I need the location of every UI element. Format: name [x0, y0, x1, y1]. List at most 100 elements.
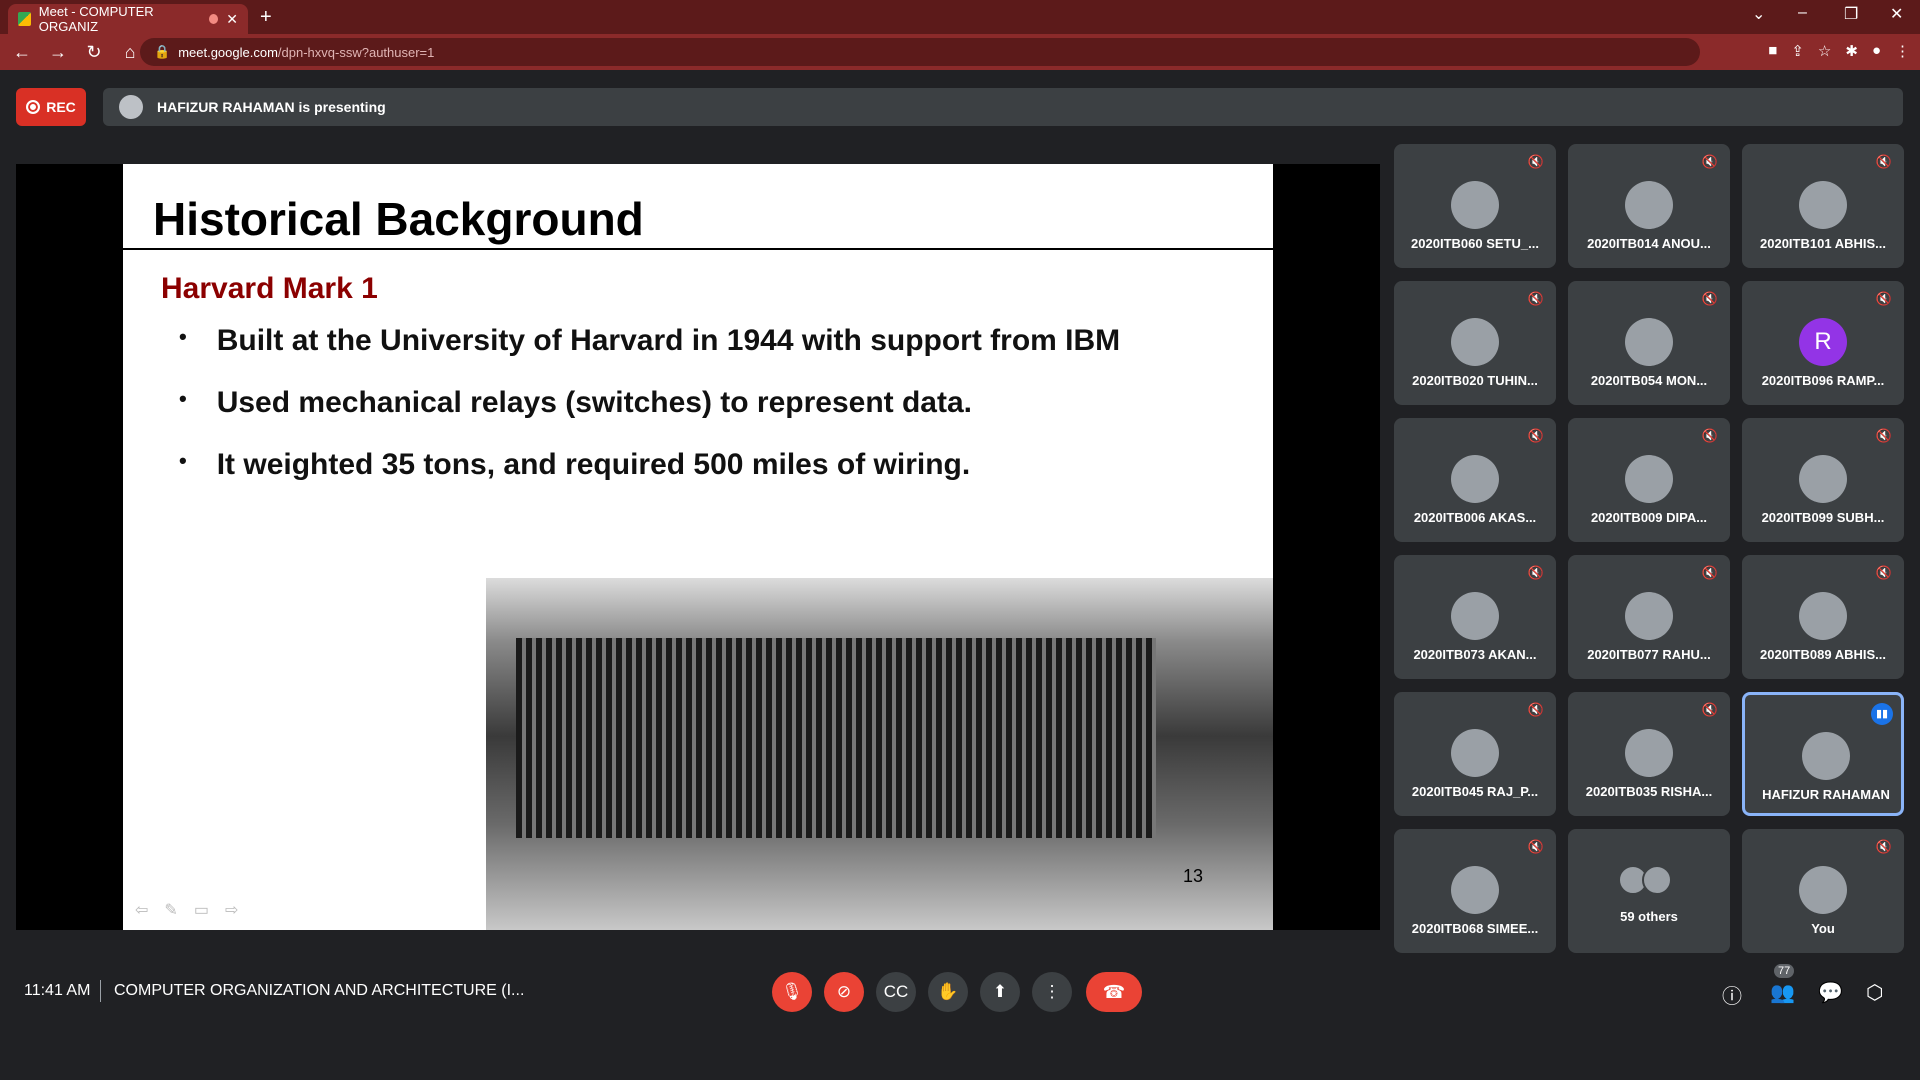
avatar [1642, 865, 1672, 895]
muted-mic-icon: 🔇 [1527, 565, 1544, 580]
muted-mic-icon: 🔇 [1527, 839, 1544, 854]
muted-mic-icon: 🔇 [1527, 702, 1544, 717]
participant-tile[interactable]: 🔇 2020ITB073 AKAN... [1394, 555, 1556, 679]
mic-off-button[interactable]: 🎙 [772, 972, 812, 1012]
url-host: meet.google.com [178, 44, 278, 60]
participant-tile[interactable]: 🔇 2020ITB077 RAHU... [1568, 555, 1730, 679]
avatar [1451, 181, 1499, 229]
slide-menu-icon[interactable]: ▭ [194, 900, 209, 920]
participant-tile[interactable]: 🔇 2020ITB089 ABHIS... [1742, 555, 1904, 679]
avatar [1799, 455, 1847, 503]
avatar [1625, 455, 1673, 503]
minimize-icon[interactable]: – [1798, 4, 1807, 22]
machine-illustration [516, 638, 1156, 838]
divider [100, 980, 101, 1002]
participant-name: 2020ITB073 AKAN... [1413, 647, 1537, 662]
avatar [1451, 866, 1499, 914]
slide-page-number: 13 [1183, 866, 1204, 886]
browser-tab-strip: Meet - COMPUTER ORGANIZ ✕ + ⌄ – ❐ ✕ [0, 0, 1920, 34]
lock-icon: 🔒 [154, 44, 171, 59]
activities-icon[interactable]: ⬡ [1866, 980, 1883, 1005]
reload-icon[interactable]: ↻ [80, 42, 108, 63]
avatar [1451, 318, 1499, 366]
participant-tile[interactable]: 🔇 You [1742, 829, 1904, 953]
participant-name: 2020ITB089 ABHIS... [1760, 647, 1886, 662]
people-icon[interactable]: 👥 [1770, 980, 1795, 1005]
presenter-avatar [119, 95, 143, 119]
harvard-mark1-photo [486, 578, 1273, 930]
participant-tile[interactable]: 🔇 2020ITB060 SETU_... [1394, 144, 1556, 268]
participant-tile[interactable]: 🔇 2020ITB054 MON... [1568, 281, 1730, 405]
meeting-time: 11:41 AM [24, 982, 91, 999]
participant-tile[interactable]: 🔇 2020ITB006 AKAS... [1394, 418, 1556, 542]
others-avatars [1618, 865, 1672, 895]
participant-tile[interactable]: 🔇 2020ITB009 DIPA... [1568, 418, 1730, 542]
avatar [1802, 732, 1850, 780]
tab-search-icon[interactable]: ⌄ [1752, 4, 1765, 24]
camera-icon[interactable]: ■ [1768, 42, 1777, 60]
participant-name: 59 others [1620, 909, 1678, 924]
participant-tile[interactable]: 🔇 2020ITB035 RISHA... [1568, 692, 1730, 816]
recording-badge[interactable]: REC [16, 88, 86, 126]
record-icon [26, 100, 41, 114]
presentation-stage: Historical Background Harvard Mark 1 • Bu… [16, 164, 1380, 930]
muted-mic-icon: 🔇 [1527, 154, 1544, 169]
browser-menu-icon[interactable]: ⋮ [1895, 42, 1910, 60]
avatar [1451, 729, 1499, 777]
chat-icon[interactable]: 💬 [1818, 980, 1843, 1005]
back-icon[interactable]: ← [8, 42, 36, 63]
browser-tab-meet[interactable]: Meet - COMPUTER ORGANIZ ✕ [8, 4, 248, 34]
avatar [1451, 592, 1499, 640]
extensions-icon[interactable]: ✱ [1845, 42, 1858, 60]
avatar [1451, 455, 1499, 503]
captions-button[interactable]: CC [876, 972, 916, 1012]
share-icon[interactable]: ⇪ [1791, 42, 1804, 60]
bookmark-star-icon[interactable]: ☆ [1818, 42, 1831, 60]
muted-mic-icon: 🔇 [1527, 428, 1544, 443]
address-bar[interactable]: 🔒 meet.google.com/dpn-hxvq-ssw?authuser=… [140, 38, 1700, 66]
participant-tile[interactable]: 🔇 R 2020ITB096 RAMP... [1742, 281, 1904, 405]
meet-favicon-icon [18, 12, 31, 26]
participant-tile[interactable]: 🔇 2020ITB020 TUHIN... [1394, 281, 1556, 405]
muted-mic-icon: 🔇 [1701, 428, 1718, 443]
participant-tile[interactable]: 🔇 2020ITB068 SIMEE... [1394, 829, 1556, 953]
avatar [1799, 181, 1847, 229]
participant-name: 2020ITB020 TUHIN... [1412, 373, 1538, 388]
forward-icon[interactable]: → [44, 42, 72, 63]
close-window-icon[interactable]: ✕ [1890, 4, 1903, 24]
more-options-button[interactable]: ⋮ [1032, 972, 1072, 1012]
muted-mic-icon: 🔇 [1701, 154, 1718, 169]
participant-tile[interactable]: 🔇 2020ITB014 ANOU... [1568, 144, 1730, 268]
participant-tile[interactable]: 59 others [1568, 829, 1730, 953]
muted-mic-icon: 🔇 [1527, 291, 1544, 306]
restore-icon[interactable]: ❐ [1844, 4, 1858, 24]
participant-tile[interactable]: 🔇 2020ITB101 ABHIS... [1742, 144, 1904, 268]
prev-slide-icon[interactable]: ⇦ [135, 900, 148, 920]
profile-avatar[interactable]: ● [1872, 42, 1881, 60]
camera-off-button[interactable]: ⊘ [824, 972, 864, 1012]
browser-toolbar: ← → ↻ ⌂ 🔒 meet.google.com/dpn-hxvq-ssw?a… [0, 34, 1920, 70]
bullet-item: • It weighted 35 tons, and required 500 m… [179, 448, 971, 481]
bullet-item: • Built at the University of Harvard in 1… [179, 324, 1121, 357]
new-tab-icon[interactable]: + [260, 6, 272, 29]
raise-hand-button[interactable]: ✋ [928, 972, 968, 1012]
muted-mic-icon: 🔇 [1701, 565, 1718, 580]
next-slide-icon[interactable]: ⇨ [225, 900, 238, 920]
leave-call-button[interactable]: ☎ [1086, 972, 1142, 1012]
tab-title: Meet - COMPUTER ORGANIZ [38, 4, 154, 34]
participant-tile[interactable]: 🔇 2020ITB099 SUBH... [1742, 418, 1904, 542]
pen-icon[interactable]: ✎ [164, 900, 177, 920]
participant-tile[interactable]: ▮▮ HAFIZUR RAHAMAN [1742, 692, 1904, 816]
participant-name: HAFIZUR RAHAMAN [1762, 787, 1890, 802]
tab-close-icon[interactable]: ✕ [226, 11, 238, 28]
muted-mic-icon: 🔇 [1875, 565, 1892, 580]
present-button[interactable]: ⬆ [980, 972, 1020, 1012]
participant-name: 2020ITB101 ABHIS... [1760, 236, 1886, 251]
title-divider [123, 248, 1273, 250]
participant-name: 2020ITB096 RAMP... [1761, 373, 1885, 388]
participant-name: You [1811, 921, 1835, 936]
meeting-details-icon[interactable]: ⓘ [1722, 980, 1742, 1009]
bullet-item: • Used mechanical relays (switches) to re… [179, 386, 973, 419]
presenting-text: HAFIZUR RAHAMAN is presenting [157, 99, 386, 115]
participant-tile[interactable]: 🔇 2020ITB045 RAJ_P... [1394, 692, 1556, 816]
